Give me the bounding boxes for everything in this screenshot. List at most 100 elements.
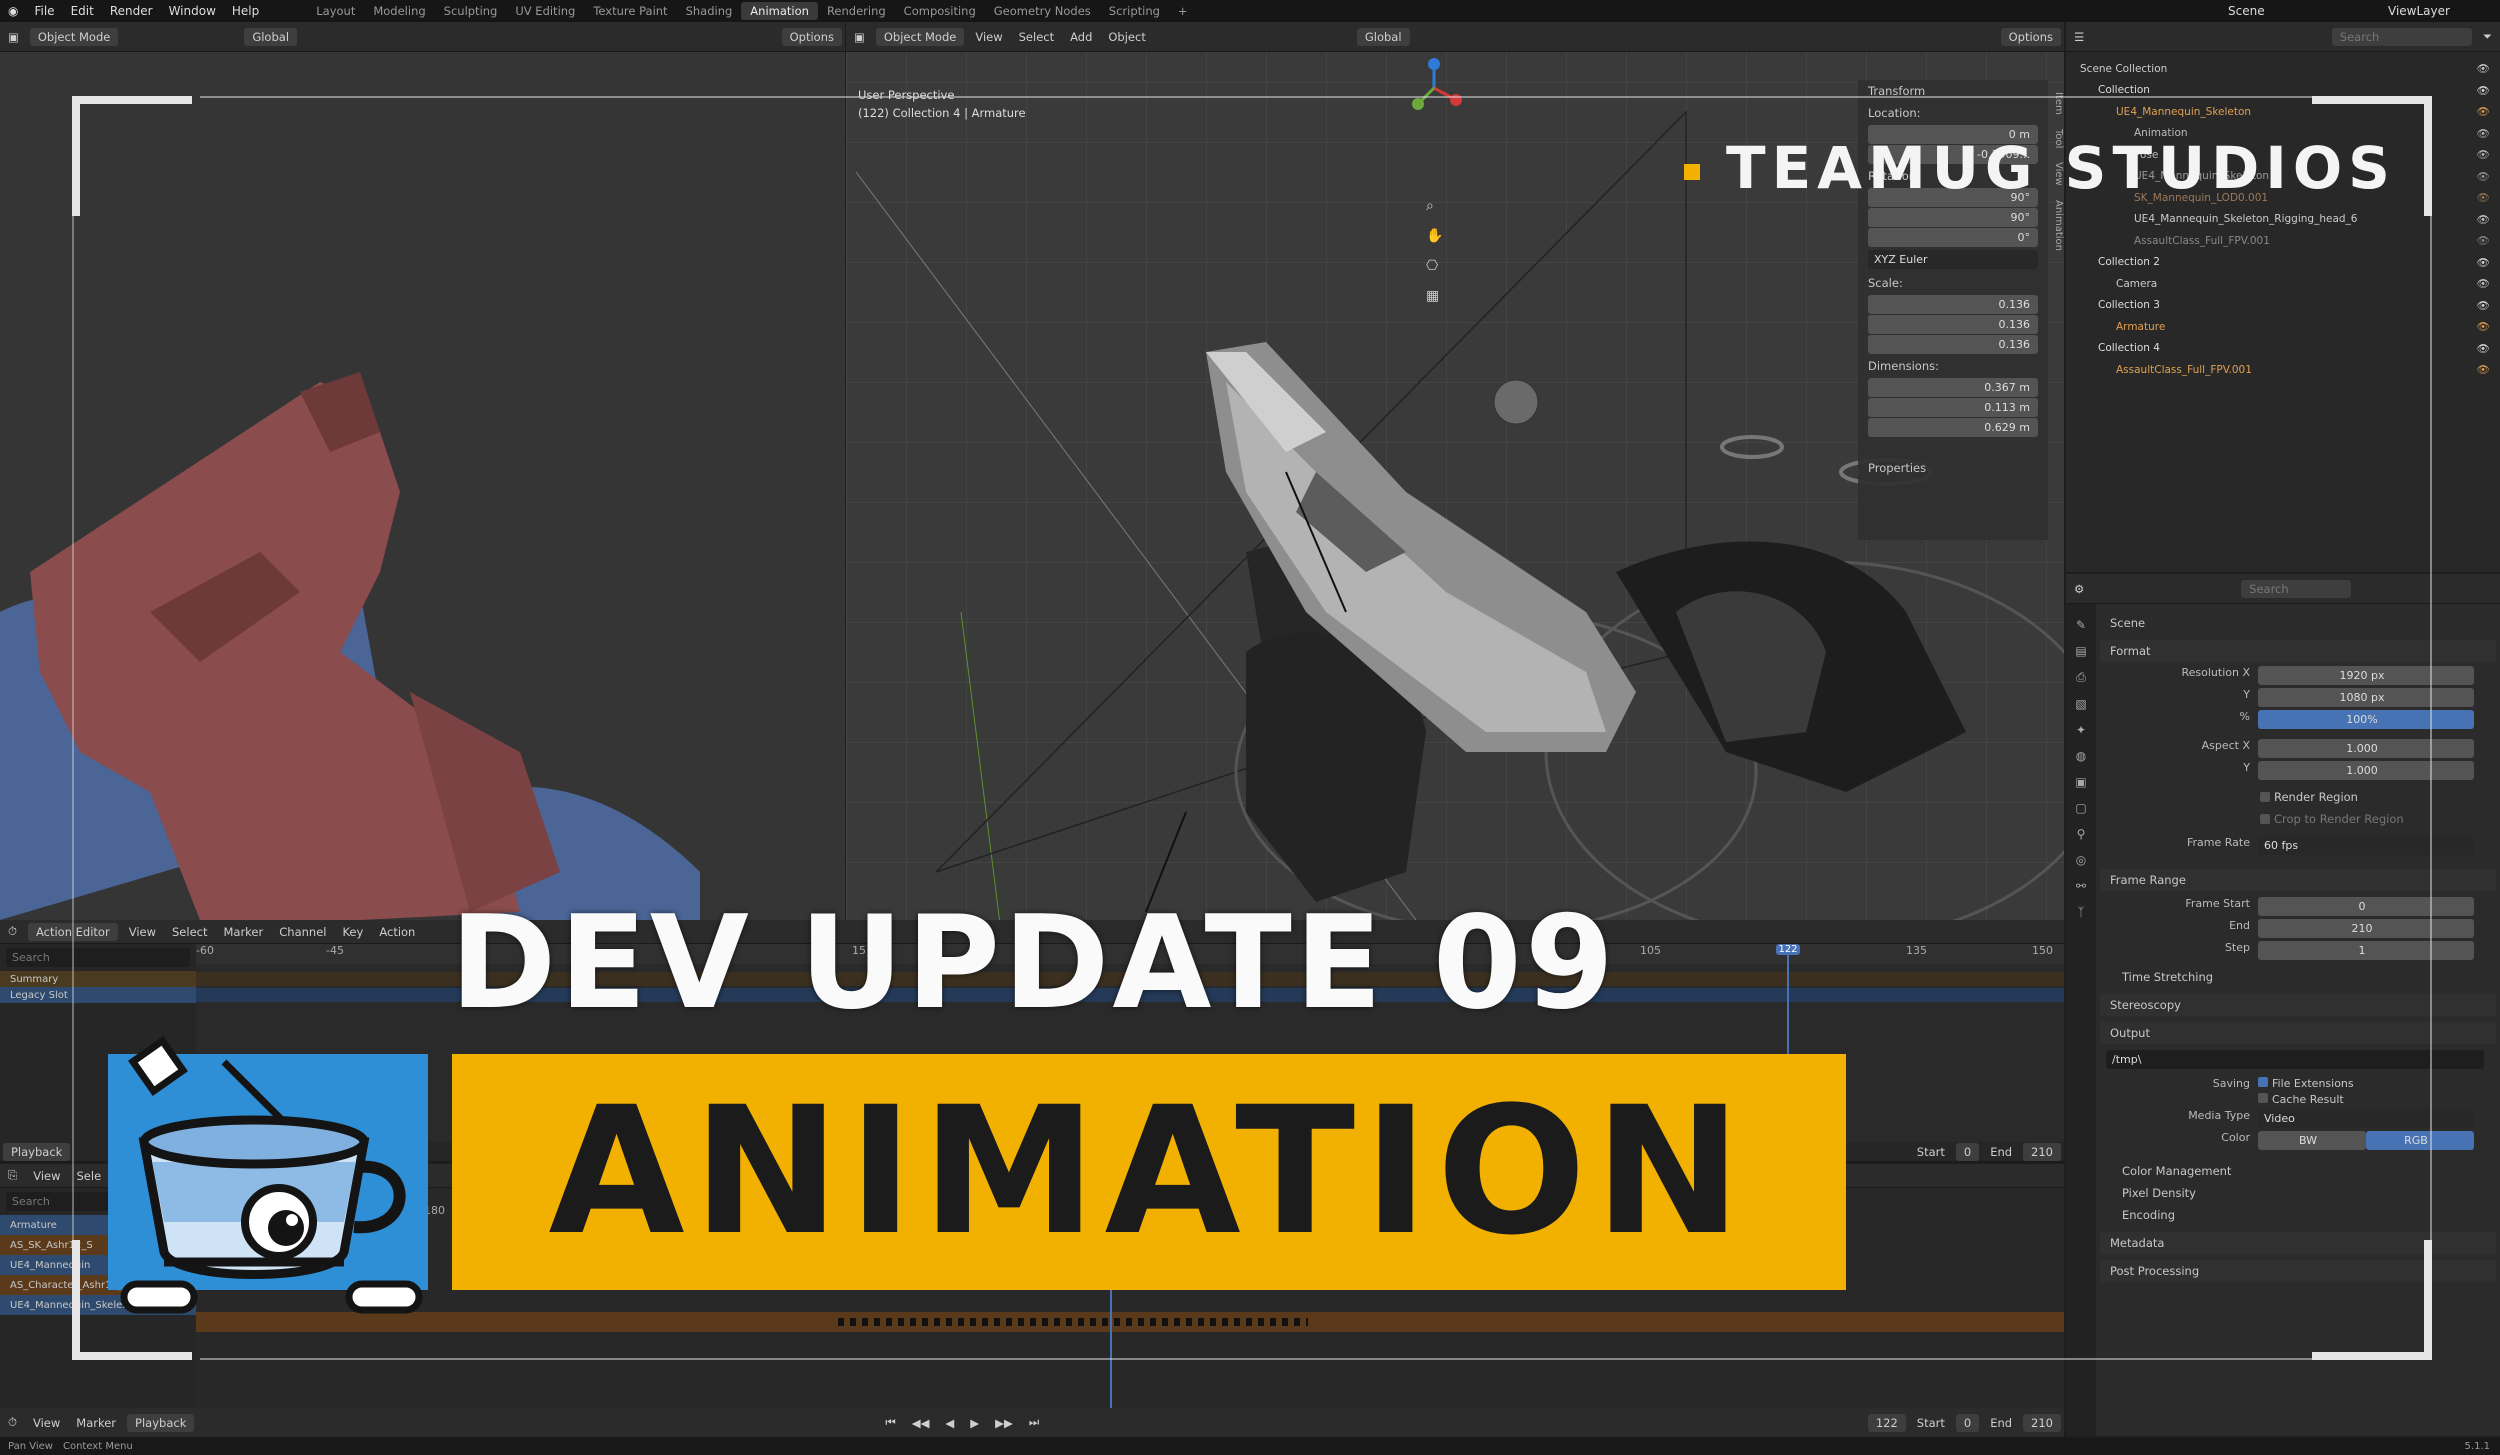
jump-end-icon[interactable]: ⏭ bbox=[1021, 1415, 1047, 1430]
transform-header[interactable]: Transform bbox=[1858, 80, 2048, 102]
playback-dropdown[interactable]: Playback bbox=[127, 1413, 195, 1432]
outliner-item[interactable]: AssaultClass_Full_FPV.001 👁 bbox=[2066, 359, 2500, 381]
time-stretching-subpanel[interactable]: Time Stretching bbox=[2100, 966, 2496, 988]
constraint-tab-icon[interactable]: ⚯ bbox=[2076, 879, 2086, 893]
collection-tab-icon[interactable]: ▣ bbox=[2075, 775, 2086, 789]
rotation-y-field[interactable]: 90° bbox=[1868, 208, 2038, 227]
editor-type-icon[interactable]: ⎘ bbox=[0, 1168, 25, 1183]
menu-add[interactable]: Add bbox=[1062, 30, 1100, 44]
menu-help[interactable]: Help bbox=[224, 4, 267, 18]
frame-rate-dropdown[interactable]: 60 fps bbox=[2258, 836, 2474, 855]
end-frame-field[interactable]: 210 bbox=[2023, 1413, 2061, 1432]
sidebar-tab-animation[interactable]: Animation bbox=[2050, 200, 2064, 251]
format-panel-header[interactable]: Format bbox=[2100, 640, 2496, 662]
tab-animation[interactable]: Animation bbox=[741, 2, 818, 20]
visibility-eye-icon[interactable]: 👁 bbox=[2477, 299, 2500, 312]
options-dropdown[interactable]: Options bbox=[781, 27, 842, 46]
visibility-eye-icon[interactable]: 👁 bbox=[2477, 342, 2500, 355]
summary-channel[interactable]: Summary bbox=[0, 971, 196, 987]
menu-window[interactable]: Window bbox=[161, 4, 224, 18]
next-key-icon[interactable]: ▶▶ bbox=[987, 1416, 1021, 1430]
visibility-eye-icon[interactable]: 👁 bbox=[2477, 62, 2500, 75]
physics-tab-icon[interactable]: ◎ bbox=[2076, 853, 2086, 867]
pan-hand-icon[interactable]: ✋ bbox=[1426, 228, 1443, 244]
output-path-field[interactable]: /tmp\ bbox=[2106, 1050, 2484, 1069]
resolution-y-field[interactable]: 1080 px bbox=[2258, 688, 2474, 707]
world-tab-icon[interactable]: ◍ bbox=[2076, 749, 2086, 763]
menu-marker[interactable]: Marker bbox=[68, 1416, 124, 1430]
outliner-item[interactable]: UE4_Mannequin_Skeleton_Rigging_head_6 👁 bbox=[2066, 209, 2500, 231]
tab-texture-paint[interactable]: Texture Paint bbox=[584, 2, 676, 20]
aspect-x-field[interactable]: 1.000 bbox=[2258, 739, 2474, 758]
color-management-subpanel[interactable]: Color Management bbox=[2100, 1160, 2496, 1182]
crop-region-checkbox[interactable]: Crop to Render Region bbox=[2100, 808, 2496, 830]
visibility-eye-icon[interactable]: 👁 bbox=[2477, 363, 2500, 376]
tab-rendering[interactable]: Rendering bbox=[818, 2, 895, 20]
outliner-item[interactable]: AssaultClass_Full_FPV.001 👁 bbox=[2066, 230, 2500, 252]
properties-subpanel[interactable]: Properties bbox=[1858, 457, 2048, 479]
rotation-z-field[interactable]: 0° bbox=[1868, 228, 2038, 247]
orientation-dropdown[interactable]: Global bbox=[1356, 27, 1410, 46]
tab-uv-editing[interactable]: UV Editing bbox=[506, 2, 584, 20]
jump-start-icon[interactable]: ⏮ bbox=[877, 1415, 903, 1430]
editor-type-icon[interactable]: ⚙ bbox=[2066, 582, 2092, 596]
start-frame-field[interactable]: 0 bbox=[1955, 1142, 1980, 1161]
encoding-subpanel[interactable]: Encoding bbox=[2100, 1204, 2496, 1226]
tab-layout[interactable]: Layout bbox=[307, 2, 364, 20]
mode-dropdown[interactable]: Object Mode bbox=[875, 27, 965, 46]
visibility-eye-icon[interactable]: 👁 bbox=[2477, 234, 2500, 247]
editor-type-icon[interactable]: ⏱ bbox=[0, 1415, 25, 1430]
outliner-item[interactable]: Camera 👁 bbox=[2066, 273, 2500, 295]
zoom-icon[interactable]: ⌕ bbox=[1426, 198, 1443, 214]
play-icon[interactable]: ▶ bbox=[962, 1416, 987, 1430]
color-bw-button[interactable]: BW bbox=[2258, 1131, 2366, 1150]
menu-channel[interactable]: Channel bbox=[271, 925, 334, 939]
outliner-search[interactable]: Search bbox=[2331, 27, 2472, 46]
resolution-percent-field[interactable]: 100% bbox=[2258, 710, 2474, 729]
tab-compositing[interactable]: Compositing bbox=[895, 2, 985, 20]
menu-view[interactable]: View bbox=[25, 1416, 68, 1430]
scale-y-field[interactable]: 0.136 bbox=[1868, 315, 2038, 334]
menu-key[interactable]: Key bbox=[334, 925, 371, 939]
tool-tab-icon[interactable]: ✎ bbox=[2076, 618, 2086, 632]
scene-selector[interactable]: Scene bbox=[2220, 4, 2380, 18]
scale-z-field[interactable]: 0.136 bbox=[1868, 335, 2038, 354]
render-region-checkbox[interactable]: Render Region bbox=[2100, 786, 2496, 808]
menu-action[interactable]: Action bbox=[371, 925, 423, 939]
menu-file[interactable]: File bbox=[26, 4, 62, 18]
visibility-eye-icon[interactable]: 👁 bbox=[2477, 127, 2500, 140]
visibility-eye-icon[interactable]: 👁 bbox=[2477, 256, 2500, 269]
data-tab-icon[interactable]: ᛉ bbox=[2077, 905, 2084, 919]
navigation-gizmo[interactable] bbox=[1404, 58, 1464, 118]
menu-select[interactable]: Select bbox=[164, 925, 215, 939]
frame-step-field[interactable]: 1 bbox=[2258, 941, 2474, 960]
properties-search[interactable]: Search bbox=[2241, 579, 2352, 598]
end-frame-field[interactable]: 210 bbox=[2023, 1142, 2061, 1161]
file-extensions-checkbox[interactable]: File Extensions bbox=[2258, 1077, 2474, 1090]
tab-shading[interactable]: Shading bbox=[677, 2, 742, 20]
editor-type-icon[interactable]: ⏱ bbox=[0, 924, 25, 939]
dimensions-z-field[interactable]: 0.629 m bbox=[1868, 418, 2038, 437]
options-dropdown[interactable]: Options bbox=[2000, 27, 2061, 46]
media-type-dropdown[interactable]: Video bbox=[2258, 1109, 2474, 1128]
scene-tab-icon[interactable]: ✦ bbox=[2076, 723, 2086, 737]
output-panel-header[interactable]: Output bbox=[2100, 1022, 2496, 1044]
legacy-slot-channel[interactable]: Legacy Slot bbox=[0, 987, 196, 1003]
playback-dropdown[interactable]: Playback bbox=[3, 1142, 71, 1161]
outliner-item[interactable]: Scene Collection 👁 bbox=[2066, 58, 2500, 80]
aspect-y-field[interactable]: 1.000 bbox=[2258, 761, 2474, 780]
menu-view[interactable]: View bbox=[121, 925, 164, 939]
dimensions-x-field[interactable]: 0.367 m bbox=[1868, 378, 2038, 397]
tab-modeling[interactable]: Modeling bbox=[364, 2, 434, 20]
visibility-eye-icon[interactable]: 👁 bbox=[2477, 320, 2500, 333]
outliner-item[interactable]: Armature 👁 bbox=[2066, 316, 2500, 338]
render-tab-icon[interactable]: ▤ bbox=[2075, 644, 2086, 658]
menu-view[interactable]: View bbox=[967, 30, 1010, 44]
object-tab-icon[interactable]: ▢ bbox=[2075, 801, 2086, 815]
modifier-tab-icon[interactable]: ⚲ bbox=[2077, 827, 2086, 841]
outliner-item[interactable]: Collection 4 👁 bbox=[2066, 338, 2500, 360]
frame-end-field[interactable]: 210 bbox=[2258, 919, 2474, 938]
rotation-mode-dropdown[interactable]: XYZ Euler bbox=[1868, 250, 2038, 269]
editor-type-icon[interactable]: ▣ bbox=[846, 30, 873, 44]
mode-dropdown[interactable]: Object Mode bbox=[29, 27, 119, 46]
